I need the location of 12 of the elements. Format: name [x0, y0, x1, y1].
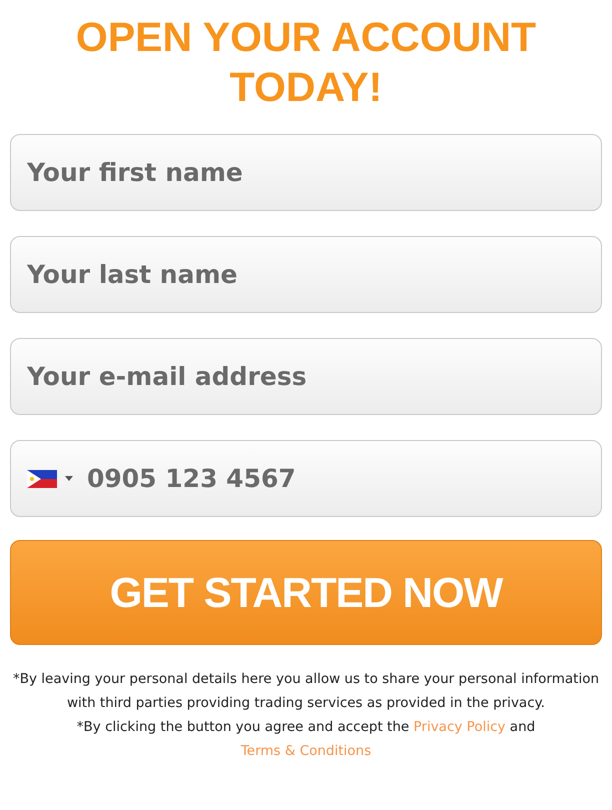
- terms-link[interactable]: Terms & Conditions: [240, 743, 372, 759]
- phone-field[interactable]: 0905 123 4567: [10, 440, 602, 517]
- get-started-button[interactable]: GET STARTED NOW: [10, 540, 602, 645]
- input-field[interactable]: Your last name: [10, 236, 602, 313]
- consent-text: *By clicking the button you agree and accept the Privacy Policy and Terms & Conditions: [76, 718, 536, 761]
- flag-icon[interactable]: [27, 470, 57, 488]
- privacy-policy-link[interactable]: Privacy Policy: [413, 719, 506, 735]
- disclaimer-text: *By leaving your personal details here you allow us to share your personal information with third parties providing trading services as provided in the privacy.: [12, 670, 600, 713]
- form-title: OPEN YOUR ACCOUNT TODAY!: [74, 13, 538, 112]
- input-field[interactable]: Your e-mail address: [10, 338, 602, 415]
- caret-icon[interactable]: [65, 476, 73, 481]
- input-field[interactable]: Your first name: [10, 134, 602, 211]
